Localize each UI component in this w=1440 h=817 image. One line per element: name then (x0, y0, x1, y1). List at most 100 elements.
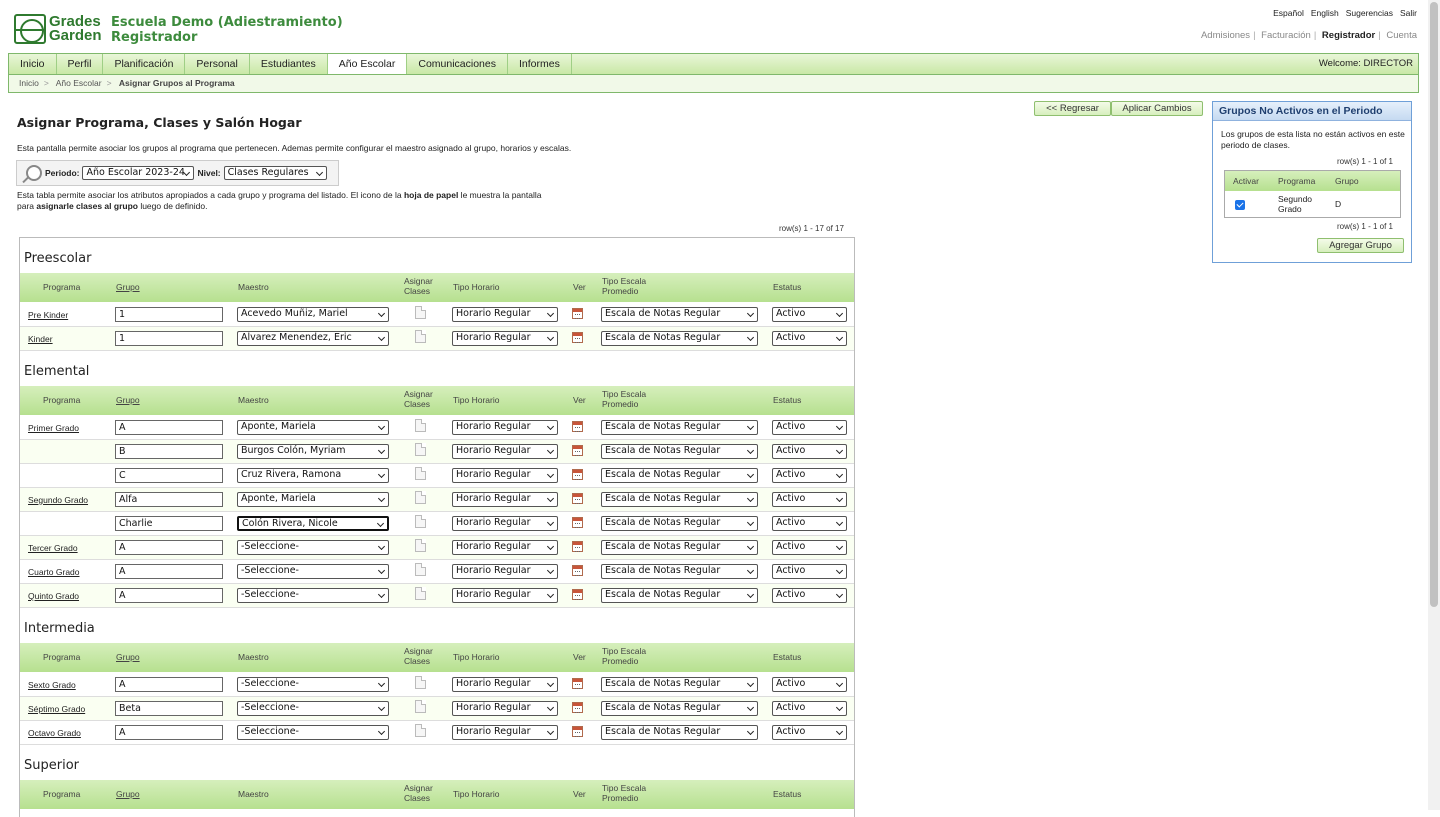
col-grupo[interactable]: Grupo (116, 395, 140, 405)
tipo-escala-select[interactable]: Escala de Notas Regular (601, 420, 758, 435)
breadcrumb-inicio[interactable]: Inicio (19, 78, 39, 88)
estatus-select[interactable]: Activo (772, 307, 847, 322)
programa-link[interactable]: Séptimo Grado (28, 704, 85, 714)
calendar-icon[interactable] (572, 308, 583, 319)
tipo-escala-select[interactable]: Escala de Notas Regular (601, 307, 758, 322)
grades-garden-logo[interactable]: Grades Garden (14, 14, 102, 44)
document-icon[interactable] (415, 306, 426, 319)
maestro-select[interactable]: Burgos Colón, Myriam (237, 444, 389, 459)
estatus-select[interactable]: Activo (772, 331, 847, 346)
tipo-escala-select[interactable]: Escala de Notas Regular (601, 701, 758, 716)
tipo-escala-select[interactable]: Escala de Notas Regular (601, 444, 758, 459)
estatus-select[interactable]: Activo (772, 492, 847, 507)
link-salir[interactable]: Salir (1400, 8, 1417, 18)
estatus-select[interactable]: Activo (772, 701, 847, 716)
link-admisiones[interactable]: Admisiones (1201, 30, 1250, 41)
tipo-escala-select[interactable]: Escala de Notas Regular (601, 564, 758, 579)
tipo-horario-select[interactable]: Horario Regular (452, 468, 558, 483)
tipo-escala-select[interactable]: Escala de Notas Regular (601, 516, 758, 531)
tipo-horario-select[interactable]: Horario Regular (452, 307, 558, 322)
maestro-select[interactable]: Cruz Rivera, Ramona (237, 468, 389, 483)
col-grupo[interactable]: Grupo (116, 282, 140, 292)
estatus-select[interactable]: Activo (772, 540, 847, 555)
scrollbar-thumb[interactable] (1430, 2, 1438, 607)
document-icon[interactable] (415, 724, 426, 737)
tipo-escala-select[interactable]: Escala de Notas Regular (601, 331, 758, 346)
tipo-horario-select[interactable]: Horario Regular (452, 420, 558, 435)
tab-perfil[interactable]: Perfil (57, 54, 104, 74)
calendar-icon[interactable] (572, 702, 583, 713)
programa-link[interactable]: Segundo Grado (28, 495, 88, 505)
maestro-select[interactable]: -Seleccione- (237, 588, 389, 603)
maestro-select[interactable]: -Seleccione- (237, 564, 389, 579)
grupo-input[interactable]: C (115, 468, 223, 483)
link-cuenta[interactable]: Cuenta (1386, 30, 1417, 41)
col-grupo[interactable]: Grupo (116, 652, 140, 662)
grupo-input[interactable]: B (115, 444, 223, 459)
document-icon[interactable] (415, 587, 426, 600)
tipo-horario-select[interactable]: Horario Regular (452, 540, 558, 555)
programa-link[interactable]: Octavo Grado (28, 728, 81, 738)
estatus-select[interactable]: Activo (772, 564, 847, 579)
tipo-horario-select[interactable]: Horario Regular (452, 331, 558, 346)
tab-planificacion[interactable]: Planificación (103, 54, 186, 74)
document-icon[interactable] (415, 443, 426, 456)
tipo-escala-select[interactable]: Escala de Notas Regular (601, 540, 758, 555)
add-group-button[interactable]: Agregar Grupo (1317, 238, 1404, 253)
document-icon[interactable] (415, 467, 426, 480)
maestro-select[interactable]: Acevedo Muñiz, Mariel (237, 307, 389, 322)
tipo-horario-select[interactable]: Horario Regular (452, 725, 558, 740)
grupo-input[interactable]: Beta (115, 701, 223, 716)
programa-link[interactable]: Pre Kinder (28, 310, 68, 320)
tab-informes[interactable]: Informes (508, 54, 572, 74)
grupo-input[interactable]: A (115, 540, 223, 555)
calendar-icon[interactable] (572, 726, 583, 737)
document-icon[interactable] (415, 563, 426, 576)
programa-link[interactable]: Primer Grado (28, 423, 79, 433)
estatus-select[interactable]: Activo (772, 677, 847, 692)
document-icon[interactable] (415, 515, 426, 528)
back-button[interactable]: << Regresar (1034, 101, 1111, 116)
nivel-select[interactable]: Clases Regulares (223, 166, 327, 180)
document-icon[interactable] (415, 539, 426, 552)
document-icon[interactable] (415, 676, 426, 689)
tipo-horario-select[interactable]: Horario Regular (452, 564, 558, 579)
link-sugerencias[interactable]: Sugerencias (1346, 8, 1393, 18)
tipo-escala-select[interactable]: Escala de Notas Regular (601, 725, 758, 740)
grupo-input[interactable]: 1 (115, 331, 223, 346)
tipo-horario-select[interactable]: Horario Regular (452, 444, 558, 459)
document-icon[interactable] (415, 330, 426, 343)
calendar-icon[interactable] (572, 445, 583, 456)
grupo-input[interactable]: A (115, 588, 223, 603)
calendar-icon[interactable] (572, 469, 583, 480)
tipo-horario-select[interactable]: Horario Regular (452, 492, 558, 507)
calendar-icon[interactable] (572, 678, 583, 689)
maestro-select[interactable]: -Seleccione- (237, 677, 389, 692)
grupo-input[interactable]: Alfa (115, 492, 223, 507)
maestro-select[interactable]: Colón Rivera, Nicole (237, 516, 389, 531)
breadcrumb-ano-escolar[interactable]: Año Escolar (56, 78, 102, 88)
document-icon[interactable] (415, 700, 426, 713)
maestro-select[interactable]: Alvarez Menendez, Eric (237, 331, 389, 346)
calendar-icon[interactable] (572, 565, 583, 576)
calendar-icon[interactable] (572, 589, 583, 600)
grupo-input[interactable]: A (115, 725, 223, 740)
maestro-select[interactable]: -Seleccione- (237, 701, 389, 716)
estatus-select[interactable]: Activo (772, 420, 847, 435)
activar-checkbox[interactable] (1235, 200, 1245, 210)
tipo-escala-select[interactable]: Escala de Notas Regular (601, 677, 758, 692)
link-espanol[interactable]: Español (1273, 8, 1304, 18)
tab-estudiantes[interactable]: Estudiantes (250, 54, 328, 74)
tipo-escala-select[interactable]: Escala de Notas Regular (601, 468, 758, 483)
grupo-input[interactable]: A (115, 564, 223, 579)
maestro-select[interactable]: Aponte, Mariela (237, 420, 389, 435)
tipo-escala-select[interactable]: Escala de Notas Regular (601, 588, 758, 603)
tipo-horario-select[interactable]: Horario Regular (452, 677, 558, 692)
estatus-select[interactable]: Activo (772, 516, 847, 531)
grupo-input[interactable]: A (115, 420, 223, 435)
calendar-icon[interactable] (572, 332, 583, 343)
tab-ano-escolar[interactable]: Año Escolar (327, 54, 408, 74)
calendar-icon[interactable] (572, 541, 583, 552)
grupo-input[interactable]: 1 (115, 307, 223, 322)
document-icon[interactable] (415, 491, 426, 504)
